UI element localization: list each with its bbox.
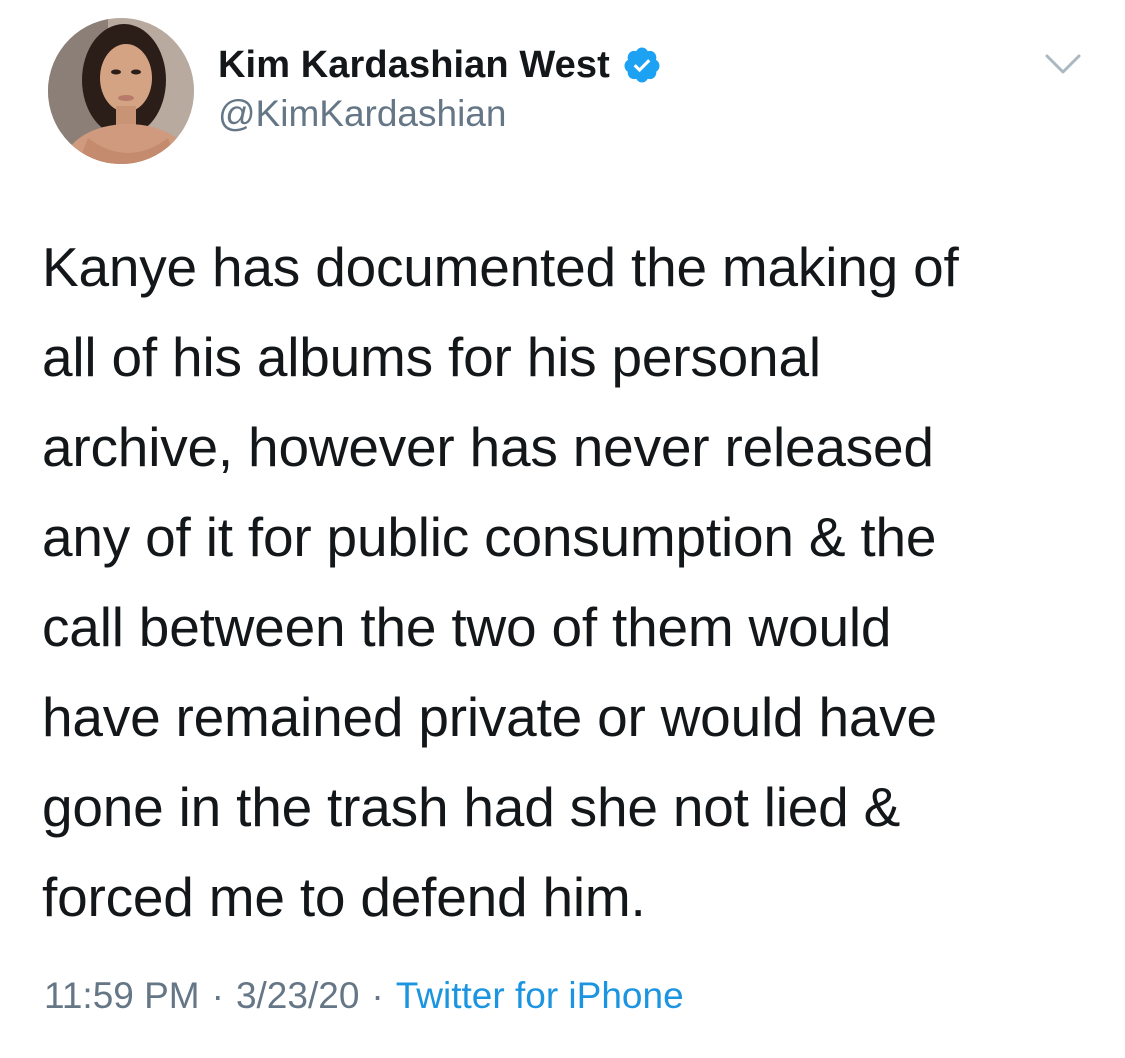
tweet-source-link[interactable]: Twitter for iPhone <box>396 975 684 1017</box>
tweet-card: Kim Kardashian West @KimKardashian Kanye… <box>0 0 1125 1058</box>
tweet-time[interactable]: 11:59 PM <box>44 975 200 1017</box>
tweet-text-line: forced me to defend him. <box>42 866 646 928</box>
tweet-text-line: archive, however has never released <box>42 416 934 478</box>
tweet-text: Kanye has documented the making of all o… <box>42 222 1082 942</box>
tweet-meta: 11:59 PM · 3/23/20 · Twitter for iPhone <box>44 975 684 1017</box>
tweet-text-line: have remained private or would have <box>42 686 937 748</box>
meta-separator: · <box>371 975 384 1016</box>
chevron-down-icon[interactable] <box>1043 50 1083 80</box>
author-row: Kim Kardashian West <box>218 40 662 90</box>
tweet-text-line: call between the two of them would <box>42 596 892 658</box>
avatar[interactable] <box>48 18 194 164</box>
tweet-date[interactable]: 3/23/20 <box>236 975 359 1017</box>
tweet-text-line: Kanye has documented the making of <box>42 236 959 298</box>
display-name[interactable]: Kim Kardashian West <box>218 44 610 87</box>
verified-badge-icon <box>622 45 662 85</box>
tweet-text-line: any of it for public consumption & the <box>42 506 937 568</box>
tweet-text-line: gone in the trash had she not lied & <box>42 776 901 838</box>
tweet-text-line: all of his albums for his personal <box>42 326 821 388</box>
meta-separator: · <box>211 975 224 1016</box>
profile-photo-icon <box>48 18 194 164</box>
author-handle[interactable]: @KimKardashian <box>218 93 506 135</box>
